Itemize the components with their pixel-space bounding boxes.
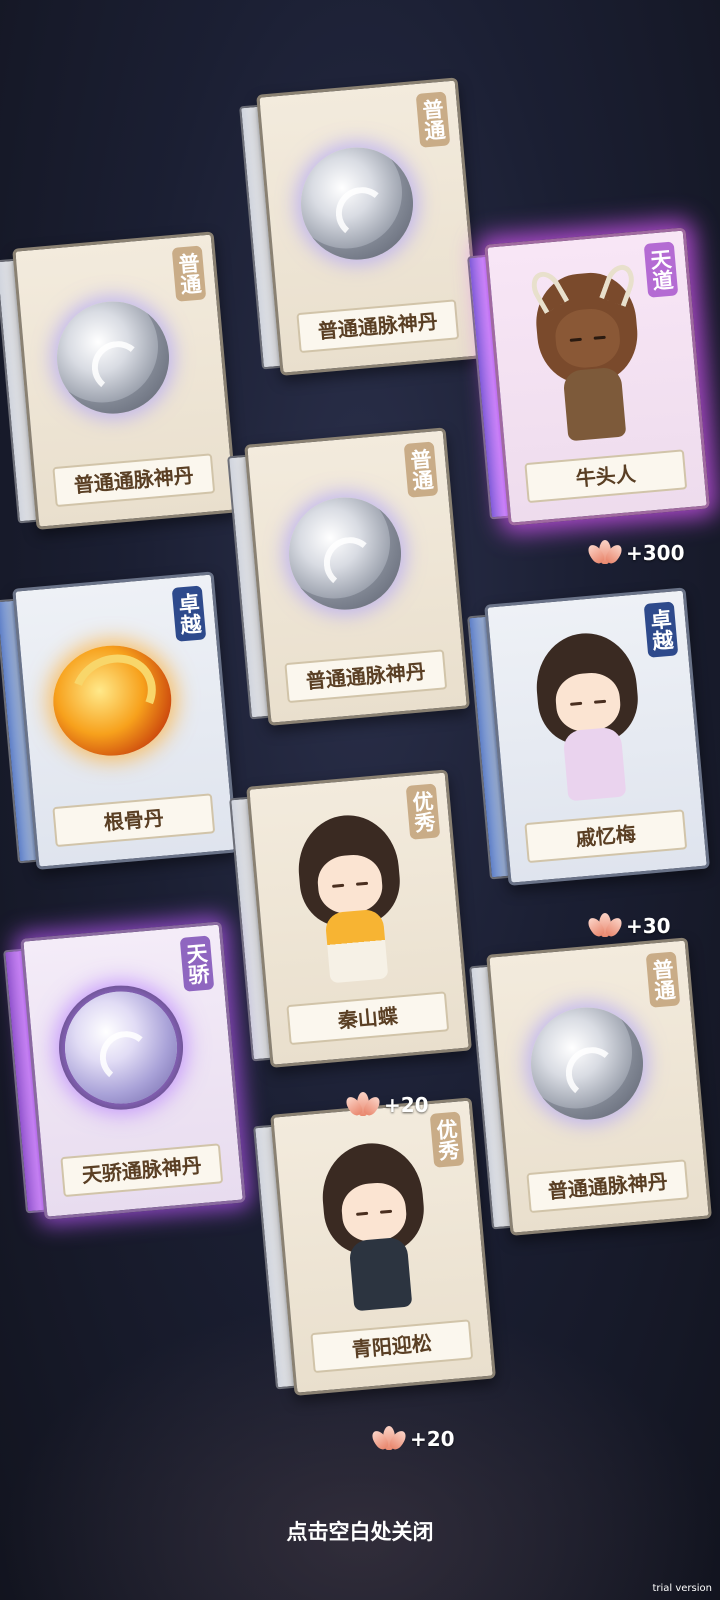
reward-amount: +20 (384, 1093, 429, 1117)
pill-icon (60, 986, 182, 1109)
lotus-icon (585, 540, 625, 566)
card-page: 普通 普通通脉神丹 (256, 77, 482, 376)
reward-bonus: +300 (585, 540, 685, 566)
reward-card[interactable]: 天道 牛头人 (467, 227, 710, 526)
pill-icon (526, 1002, 648, 1125)
item-name: 天骄通脉神丹 (60, 1143, 224, 1198)
card-page: 卓越 根骨丹 (12, 571, 238, 870)
tier-badge: 天道 (643, 241, 679, 298)
item-name: 普通通脉神丹 (526, 1159, 690, 1214)
robe (324, 908, 389, 984)
lotus-icon (585, 913, 625, 939)
pill-icon (52, 296, 174, 419)
tier-badge: 优秀 (405, 783, 441, 840)
tier-badge: 天骄 (179, 935, 215, 992)
card-page: 天道 牛头人 (484, 227, 710, 526)
reward-card[interactable]: 卓越 戚忆梅 (467, 587, 710, 886)
golden-orb-icon (48, 640, 176, 761)
reward-card[interactable]: 普通 普通通脉神丹 (469, 937, 712, 1236)
horn-icon (599, 260, 639, 307)
reward-card[interactable]: 优秀 秦山蝶 (229, 769, 472, 1068)
item-name: 牛头人 (524, 449, 688, 504)
robe (348, 1236, 413, 1312)
tier-badge: 优秀 (429, 1111, 465, 1168)
tier-badge: 普通 (171, 245, 207, 302)
bull-man-portrait (522, 260, 657, 458)
item-name: 秦山蝶 (286, 991, 450, 1046)
reward-card[interactable]: 卓越 根骨丹 (0, 571, 238, 870)
card-page: 天骄 天骄通脉神丹 (20, 921, 246, 1220)
lotus-icon (343, 1092, 383, 1118)
card-page: 普通 普通通脉神丹 (244, 427, 470, 726)
tier-badge: 卓越 (171, 585, 207, 642)
item-name: 普通通脉神丹 (52, 453, 216, 508)
card-page: 优秀 青阳迎松 (270, 1097, 496, 1396)
bull-body (562, 366, 627, 442)
reward-amount: +300 (626, 541, 685, 565)
reward-card[interactable]: 优秀 青阳迎松 (253, 1097, 496, 1396)
pill-icon (284, 492, 406, 615)
robe (562, 726, 627, 802)
item-name: 普通通脉神丹 (284, 649, 448, 704)
swordsman-portrait (308, 1138, 443, 1328)
tier-badge: 普通 (645, 951, 681, 1008)
close-hint[interactable]: 点击空白处关闭 (0, 1516, 720, 1546)
watermark: trial version (652, 1583, 712, 1594)
girl-portrait (284, 810, 419, 1000)
tier-badge: 卓越 (643, 601, 679, 658)
reward-card[interactable]: 普通 普通通脉神丹 (0, 231, 238, 530)
card-page: 优秀 秦山蝶 (246, 769, 472, 1068)
card-page: 普通 普通通脉神丹 (12, 231, 238, 530)
pill-icon (296, 142, 418, 265)
item-name: 普通通脉神丹 (296, 299, 460, 354)
reward-bonus: +20 (343, 1092, 429, 1118)
item-name: 根骨丹 (52, 793, 216, 848)
reward-amount: +30 (626, 914, 671, 938)
card-page: 卓越 戚忆梅 (484, 587, 710, 886)
card-page: 普通 普通通脉神丹 (486, 937, 712, 1236)
reward-bonus: +30 (585, 913, 671, 939)
horn-icon (525, 266, 570, 314)
girl-portrait (522, 628, 657, 818)
tier-badge: 普通 (403, 441, 439, 498)
item-name: 青阳迎松 (310, 1319, 474, 1374)
reward-card[interactable]: 普通 普通通脉神丹 (239, 77, 482, 376)
reward-card[interactable]: 天骄 天骄通脉神丹 (3, 921, 246, 1220)
tier-badge: 普通 (415, 91, 451, 148)
item-name: 戚忆梅 (524, 809, 688, 864)
lotus-icon (369, 1426, 409, 1452)
reward-bonus: +20 (369, 1426, 455, 1452)
reward-card[interactable]: 普通 普通通脉神丹 (227, 427, 470, 726)
reward-amount: +20 (410, 1427, 455, 1451)
